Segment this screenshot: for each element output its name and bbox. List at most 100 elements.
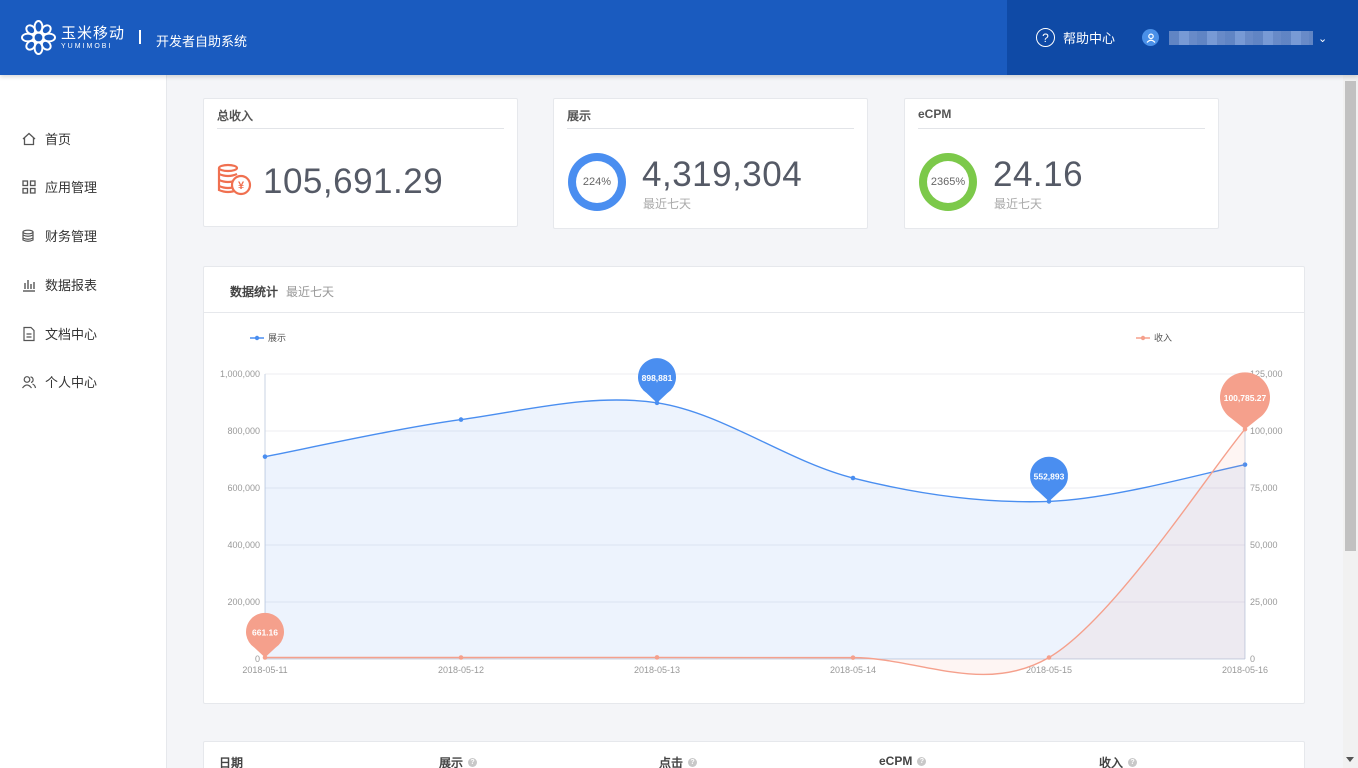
data-point — [262, 454, 268, 459]
x-tick-label: 2018-05-14 — [830, 665, 876, 675]
y-left-tick-label: 400,000 — [227, 540, 260, 550]
system-title: 开发者自助系统 — [156, 34, 248, 49]
document-icon — [23, 326, 35, 341]
svg-text:¥: ¥ — [238, 180, 245, 192]
x-tick-label: 2018-05-11 — [242, 665, 287, 675]
card-divider — [217, 128, 504, 129]
x-tick-label: 2018-05-12 — [438, 665, 484, 675]
apps-grid-icon — [22, 179, 36, 194]
logo-cn-text: 玉米移动 — [61, 24, 126, 42]
column-header-label: 点击 — [659, 756, 684, 768]
column-header-label: eCPM — [879, 754, 913, 768]
y-left-tick-label: 800,000 — [227, 426, 260, 436]
home-icon — [22, 132, 36, 145]
top-header: 玉米移动 YUMIMOBI 开发者自助系统 ? 帮助中心 ⌄ — [0, 0, 1358, 75]
last-seven-days-label: 最近七天 — [643, 197, 692, 211]
data-point — [1046, 655, 1052, 660]
scrollbar-thumb[interactable] — [1345, 81, 1356, 551]
data-point — [850, 655, 856, 660]
y-right-tick-label: 25,000 — [1250, 597, 1278, 607]
impressions-value: 4,319,304 — [642, 155, 803, 194]
sidebar-item-reports[interactable]: 数据报表 — [21, 275, 97, 294]
data-label: 100,785.27 — [1224, 393, 1267, 403]
y-right-tick-label: 75,000 — [1250, 483, 1278, 493]
sidebar-item-docs[interactable]: 文档中心 — [21, 324, 97, 343]
legend-marker — [1140, 335, 1146, 341]
line-chart: 0200,000400,000600,000800,0001,000,00002… — [220, 332, 1283, 676]
chevron-down-icon[interactable]: ⌄ — [1318, 32, 1327, 45]
user-avatar-icon — [1142, 29, 1159, 46]
sidebar-item-label: 财务管理 — [45, 229, 98, 244]
ecpm-card: eCPM 2365% 24.16 最近七天 — [904, 98, 1219, 229]
ring-percent: 224% — [576, 161, 618, 203]
ring-percent: 2365% — [927, 161, 969, 203]
help-center-link[interactable]: ? 帮助中心 — [1036, 28, 1115, 47]
coin-stack-yuan-icon: ¥ — [217, 163, 252, 196]
column-header-date[interactable]: 日期 — [219, 754, 243, 768]
coins-icon — [22, 229, 34, 242]
impressions-card: 展示 224% 4,319,304 最近七天 — [553, 98, 868, 229]
data-point — [458, 655, 464, 660]
column-header-ecpm[interactable]: eCPM? — [879, 754, 927, 768]
legend-label: 展示 — [268, 333, 286, 343]
sidebar: 首页 应用管理 财务管理 数据报表 文档中心 个人中心 — [0, 75, 167, 768]
help-question-icon[interactable]: ? — [468, 758, 478, 767]
blurred-username — [1169, 30, 1313, 45]
x-tick-label: 2018-05-15 — [1026, 665, 1072, 675]
question-circle-icon: ? — [1036, 28, 1055, 47]
sidebar-item-finance[interactable]: 财务管理 — [21, 226, 97, 245]
column-header-label: 日期 — [219, 756, 244, 768]
user-menu[interactable] — [1142, 29, 1313, 46]
column-header-clicks[interactable]: 点击? — [659, 754, 698, 768]
column-header-revenue[interactable]: 收入? — [1099, 754, 1138, 768]
last-seven-days-label: 最近七天 — [994, 197, 1043, 211]
total-revenue-value: 105,691.29 — [263, 162, 444, 201]
column-header-impressions[interactable]: 展示? — [439, 754, 478, 768]
logo[interactable]: 玉米移动 YUMIMOBI — [21, 20, 125, 55]
legend-marker — [254, 335, 260, 341]
impressions-ring: 224% — [568, 153, 626, 211]
legend-label: 收入 — [1154, 332, 1172, 343]
logo-en-text: YUMIMOBI — [61, 42, 113, 50]
page-scrollbar[interactable] — [1343, 75, 1358, 768]
card-title: 展示 — [567, 109, 592, 123]
scroll-down-arrow-icon[interactable] — [1346, 757, 1354, 762]
sidebar-item-label: 数据报表 — [45, 278, 98, 293]
sidebar-item-label: 首页 — [45, 132, 72, 147]
card-divider — [567, 128, 854, 129]
column-header-label: 展示 — [439, 756, 464, 768]
logo-text: 玉米移动 YUMIMOBI — [61, 26, 125, 50]
yumi-flower-logo-icon — [21, 20, 56, 55]
x-tick-label: 2018-05-13 — [634, 665, 680, 675]
data-point — [458, 417, 464, 422]
card-title: eCPM — [918, 107, 952, 121]
y-left-tick-label: 200,000 — [227, 597, 260, 607]
y-left-tick-label: 0 — [255, 654, 260, 664]
data-label: 661.16 — [252, 627, 278, 637]
sidebar-item-apps[interactable]: 应用管理 — [21, 177, 97, 196]
revenue-card: 总收入 ¥ 105,691.29 — [203, 98, 518, 227]
help-question-icon[interactable]: ? — [1128, 758, 1138, 767]
ecpm-ring: 2365% — [919, 153, 977, 211]
card-divider — [918, 128, 1205, 129]
data-label: 898,881 — [642, 373, 673, 383]
y-left-tick-label: 600,000 — [227, 483, 260, 493]
x-tick-label: 2018-05-16 — [1222, 665, 1268, 675]
sidebar-item-profile[interactable]: 个人中心 — [21, 372, 97, 391]
data-statistics-panel: 数据统计 最近七天 0 200,000 400,000 600,000 800,000 1… — [203, 266, 1305, 704]
card-title: 总收入 — [217, 109, 254, 123]
sidebar-item-label: 个人中心 — [45, 375, 98, 390]
sidebar-item-label: 应用管理 — [45, 180, 98, 195]
help-question-icon[interactable]: ? — [917, 756, 927, 766]
y-left-tick-label: 1,000,000 — [220, 369, 260, 379]
y-right-tick-label: 0 — [1250, 654, 1255, 664]
y-right-tick-label: 100,000 — [1250, 426, 1283, 436]
y-right-tick-label: 50,000 — [1250, 540, 1278, 550]
users-icon — [22, 375, 37, 388]
sidebar-item-label: 文档中心 — [45, 327, 98, 342]
help-question-icon[interactable]: ? — [688, 758, 698, 767]
data-table: 日期 展示? 点击? eCPM? 收入? — [203, 741, 1305, 768]
sidebar-item-home[interactable]: 首页 — [21, 129, 71, 148]
ecpm-value: 24.16 — [993, 155, 1084, 194]
header-divider — [139, 30, 141, 44]
